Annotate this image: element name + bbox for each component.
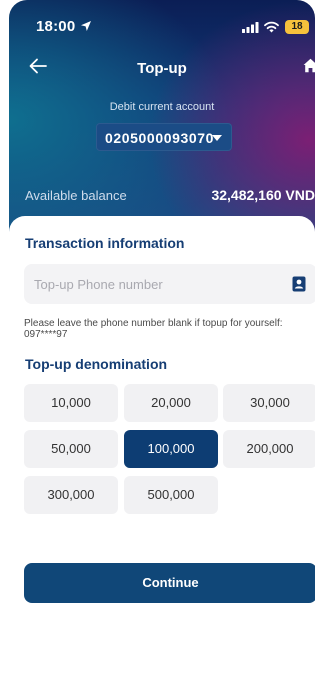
- account-label: Debit current account: [109, 101, 215, 113]
- signal-icon: [242, 22, 259, 33]
- transaction-section-title: Transaction information: [25, 235, 185, 251]
- denomination-option[interactable]: 500,000: [124, 476, 218, 514]
- account-selector[interactable]: 0205000093070: [96, 123, 232, 151]
- denomination-option[interactable]: 30,000: [223, 384, 315, 422]
- continue-button[interactable]: Continue: [24, 563, 315, 603]
- status-bar: 18:00 18: [9, 18, 315, 38]
- balance-value: 32,482,160 VND: [211, 187, 315, 203]
- denomination-option[interactable]: 20,000: [124, 384, 218, 422]
- denomination-option-selected[interactable]: 100,000: [124, 430, 218, 468]
- top-up-form-card: Transaction information Please leave the…: [9, 216, 315, 692]
- denomination-option[interactable]: 300,000: [24, 476, 118, 514]
- denomination-option[interactable]: 10,000: [24, 384, 118, 422]
- denomination-section-title: Top-up denomination: [25, 356, 168, 372]
- home-icon[interactable]: [303, 58, 315, 73]
- phone-hint-text: Please leave the phone number blank if t…: [24, 318, 283, 340]
- battery-icon: 18: [285, 20, 309, 34]
- chevron-down-icon: [212, 135, 222, 141]
- denomination-option[interactable]: 50,000: [24, 430, 118, 468]
- page-title: Top-up: [137, 60, 187, 77]
- denomination-option[interactable]: 200,000: [223, 430, 315, 468]
- account-number: 0205000093070: [105, 130, 215, 146]
- phone-number-input[interactable]: [24, 264, 315, 304]
- status-time: 18:00: [36, 18, 76, 35]
- location-arrow-icon: [81, 21, 91, 31]
- wifi-icon: [264, 21, 279, 33]
- contact-book-icon[interactable]: [292, 276, 306, 292]
- balance-label: Available balance: [25, 188, 127, 203]
- phone-screen: 18:00 18 Top-up Debit current account 02…: [9, 0, 315, 692]
